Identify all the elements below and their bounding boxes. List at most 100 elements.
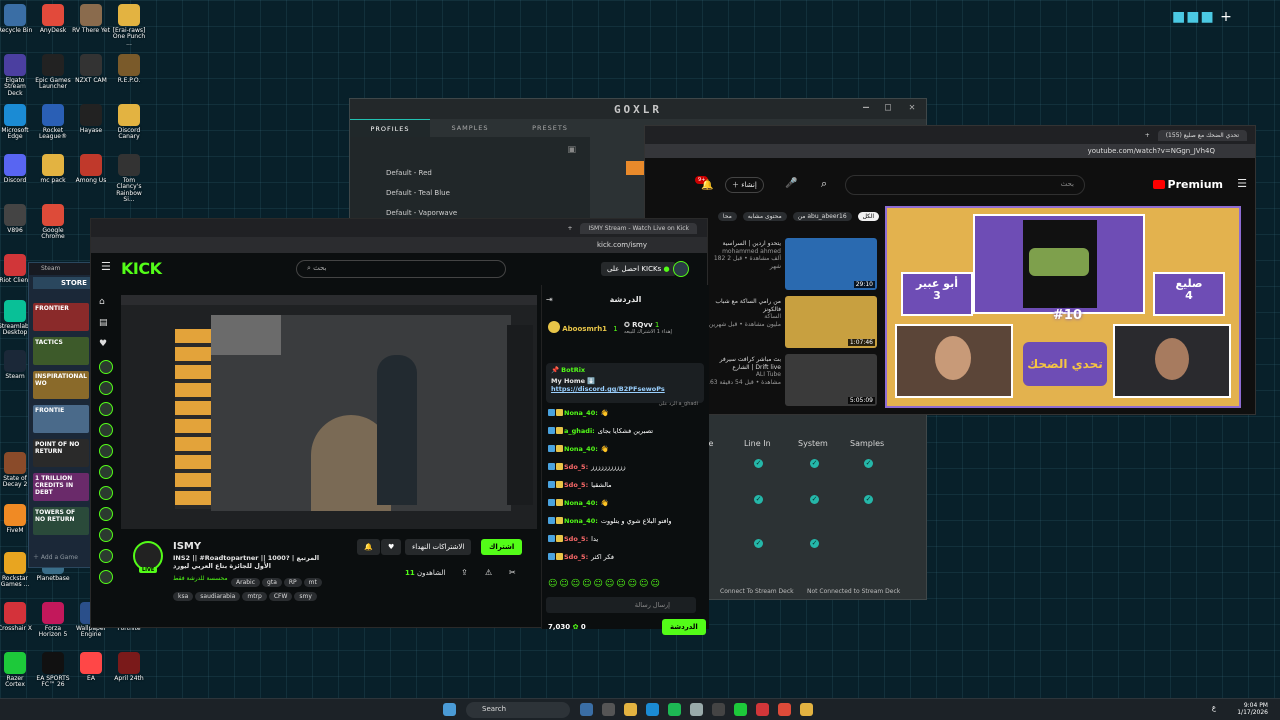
- yt-tab[interactable]: (155) تحدي الضحك مع صليع: [1157, 129, 1247, 141]
- chat-username[interactable]: Sdo_5:: [564, 481, 588, 489]
- desktop-icon[interactable]: Hayase: [72, 104, 110, 134]
- tag[interactable]: CFW: [268, 592, 293, 601]
- home-icon[interactable]: ⌂: [99, 297, 113, 311]
- tag[interactable]: Arabic: [231, 578, 261, 587]
- game-tile[interactable]: 1 TRILLION CREDITS IN DEBT: [33, 473, 89, 501]
- emote-bar[interactable]: ☺☺☺☺☺☺☺☺☺☺: [548, 579, 700, 591]
- game-tile[interactable]: FRONTIER: [33, 303, 89, 331]
- like-button[interactable]: ♥: [381, 539, 402, 555]
- taskbar-app-icon[interactable]: [668, 703, 681, 716]
- chat-username[interactable]: a_ghadi:: [564, 427, 595, 435]
- taskbar-search[interactable]: Search: [466, 702, 570, 718]
- taskbar-app-icon[interactable]: [734, 703, 747, 716]
- following-icon[interactable]: ♥: [99, 339, 113, 353]
- stream-player[interactable]: [121, 295, 537, 529]
- chat-username[interactable]: Sdo_5:: [564, 553, 588, 561]
- subscriptions-button[interactable]: الاشتراكات النهداء: [405, 539, 472, 555]
- yt-addressbar[interactable]: youtube.com/watch?v=NGgn_JVh4Q: [645, 144, 1255, 158]
- kick-window[interactable]: + ISMY Stream - Watch Live on Kick kick.…: [90, 218, 709, 635]
- video-meta[interactable]: يتحدو اردين | السراسية mohammed ahmed 182 …: [703, 240, 781, 270]
- desktop-icon[interactable]: Google Chrome: [34, 204, 72, 241]
- route-checkbox[interactable]: ✓: [810, 495, 819, 504]
- avatar[interactable]: [673, 261, 689, 277]
- kick-addressbar[interactable]: kick.com/ismy: [91, 237, 707, 253]
- tag[interactable]: mt: [303, 578, 322, 587]
- chip[interactable]: محا: [717, 212, 737, 221]
- route-checkbox[interactable]: ✓: [754, 539, 763, 548]
- desktop-icon[interactable]: Among Us: [72, 154, 110, 184]
- tab-samples[interactable]: SAMPLES: [430, 119, 510, 137]
- menu-icon[interactable]: ☰: [1237, 177, 1247, 190]
- follow-button[interactable]: اشتراك: [481, 539, 523, 555]
- bell-icon[interactable]: 🔔: [701, 180, 713, 191]
- route-checkbox[interactable]: ✓: [810, 459, 819, 468]
- chat-send-button[interactable]: الدردشة: [662, 619, 706, 635]
- menu-icon[interactable]: ☰: [101, 260, 111, 273]
- desktop-icon[interactable]: Epic Games Launcher: [34, 54, 72, 91]
- desktop-icon[interactable]: EA SPORTS FC™ 26: [34, 652, 72, 689]
- video-player[interactable]: أبو عبير 3 صليع 4 #10 تحدي الضحك: [885, 206, 1241, 408]
- tag[interactable]: mtrp: [242, 592, 267, 601]
- route-checkbox[interactable]: ✓: [754, 459, 763, 468]
- channel-avatar[interactable]: [99, 381, 113, 395]
- channel-avatar[interactable]: [99, 402, 113, 416]
- mic-icon[interactable]: 🎤: [785, 178, 797, 189]
- chip[interactable]: الكل: [857, 212, 879, 221]
- desktop-icon[interactable]: AnyDesk: [34, 4, 72, 34]
- supporter-name[interactable]: Aboosmrh1: [562, 325, 607, 333]
- desktop-icon[interactable]: R.E.P.O.: [110, 54, 148, 84]
- desktop-icon[interactable]: Discord Canary: [110, 104, 148, 141]
- channel-avatar[interactable]: [99, 549, 113, 563]
- chat-username[interactable]: Nona_40:: [564, 499, 598, 507]
- desktop-icon[interactable]: Rocket League®: [34, 104, 72, 141]
- desktop-icon[interactable]: Elgato Stream Deck: [0, 54, 34, 97]
- channel-avatar[interactable]: [99, 528, 113, 542]
- pinned-link[interactable]: https://discord.gg/B2PFsewoPs: [551, 385, 699, 393]
- profile-item[interactable]: Default - Red: [386, 169, 432, 177]
- desktop-icon[interactable]: [Erai-raws] One Punch ...: [110, 4, 148, 47]
- tag[interactable]: gta: [262, 578, 282, 587]
- get-kicks-button[interactable]: احصل على KICKs ●: [601, 262, 676, 276]
- taskbar-app-icon[interactable]: [580, 703, 593, 716]
- video-thumbnail[interactable]: 1:07:46: [785, 296, 877, 348]
- clip-icon[interactable]: ✂: [509, 568, 516, 577]
- report-icon[interactable]: ⚠: [485, 568, 492, 577]
- chat-username[interactable]: Sdo_5:: [564, 463, 588, 471]
- tag[interactable]: saudiarabia: [195, 592, 241, 601]
- taskbar-app-icon[interactable]: [690, 703, 703, 716]
- add-game-button[interactable]: ＋ Add a Game: [33, 552, 78, 561]
- game-tile[interactable]: TOWERS OF NO RETURN: [33, 507, 89, 535]
- kick-tab[interactable]: ISMY Stream - Watch Live on Kick: [580, 222, 697, 234]
- channel-avatar[interactable]: [99, 486, 113, 500]
- yt-logo[interactable]: Premium: [1152, 178, 1223, 191]
- chip[interactable]: محتوى مشابه: [742, 212, 787, 221]
- pinned-author[interactable]: BotRix: [561, 366, 585, 374]
- new-tab-icon[interactable]: +: [1145, 132, 1150, 139]
- kick-logo[interactable]: KICK: [121, 259, 162, 278]
- chat-username[interactable]: Nona_40:: [564, 517, 598, 525]
- video-thumbnail[interactable]: 5:05:09: [785, 354, 877, 406]
- browse-icon[interactable]: ▤: [99, 318, 113, 332]
- language-indicator[interactable]: ع: [1212, 704, 1216, 712]
- channel-avatar[interactable]: [99, 507, 113, 521]
- desktop-icon[interactable]: NZXT CAM: [72, 54, 110, 84]
- taskbar-app-icon[interactable]: [712, 703, 725, 716]
- video-meta[interactable]: بث مباشر كرافت سيرفر الشارع | Drift live…: [703, 356, 781, 386]
- youtube-window[interactable]: + (155) تحدي الضحك مع صليع youtube.com/w…: [644, 125, 1256, 415]
- tab-profiles[interactable]: PROFILES: [350, 119, 430, 137]
- close-icon[interactable]: ✕: [909, 102, 918, 113]
- taskbar-app-icon[interactable]: [646, 703, 659, 716]
- supporter-name[interactable]: RQvv: [632, 321, 652, 329]
- notify-button[interactable]: 🔔: [357, 539, 380, 555]
- game-tile[interactable]: FRONTIE: [33, 405, 89, 433]
- desktop-icon[interactable]: Forza Horizon 5: [34, 602, 72, 639]
- kick-search-input[interactable]: ⌕ بحث: [296, 260, 506, 278]
- route-checkbox[interactable]: ✓: [810, 539, 819, 548]
- desktop-icon[interactable]: RV There Yet: [72, 4, 110, 34]
- game-tile[interactable]: INSPIRATIONAL WO: [33, 371, 89, 399]
- taskbar-app-icon[interactable]: [756, 703, 769, 716]
- channel-avatar[interactable]: [99, 570, 113, 584]
- chat-input[interactable]: إرسال رسالة: [546, 597, 696, 613]
- create-button[interactable]: ＋ إنشاء: [725, 177, 764, 193]
- video-meta[interactable]: من رامي الساكة مع شباب فالكونزالساكة1 مل…: [703, 298, 781, 328]
